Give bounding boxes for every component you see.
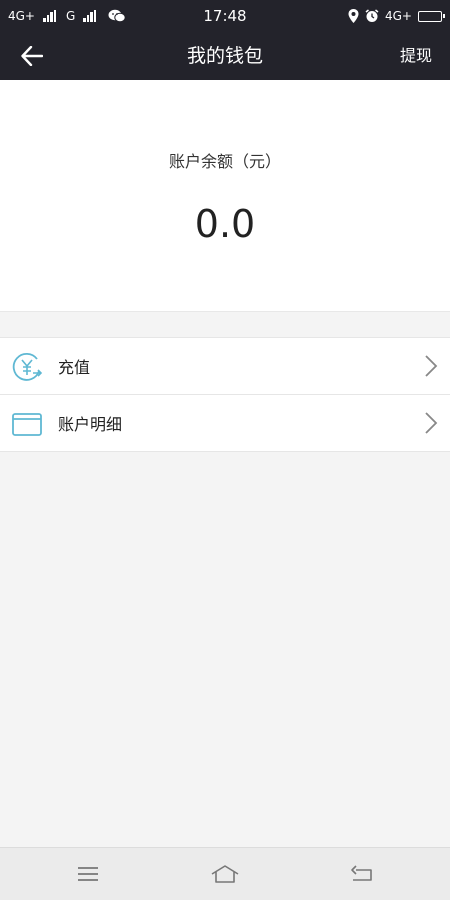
system-nav-bar	[0, 847, 450, 900]
chevron-right-icon	[425, 412, 438, 434]
location-icon	[348, 9, 359, 23]
battery-icon	[418, 10, 445, 22]
balance-card: 账户余额（元） 0.0	[0, 80, 450, 312]
menu-item-label: 充值	[58, 358, 91, 377]
chevron-right-icon	[425, 355, 438, 377]
page-title: 我的钱包	[186, 45, 263, 67]
menu-item-account-details[interactable]: 账户明细	[0, 395, 450, 452]
alarm-icon	[365, 9, 379, 22]
menu-button[interactable]	[68, 858, 108, 890]
network-label-right: 4G+	[385, 9, 412, 23]
menu-list: 充值 账户明细	[0, 337, 450, 452]
back-button[interactable]	[12, 38, 52, 74]
return-icon	[351, 865, 372, 881]
balance-label: 账户余额（元）	[168, 152, 281, 171]
card-icon	[12, 413, 42, 436]
balance-value: 0.0	[194, 202, 256, 246]
withdraw-button[interactable]: 提现	[400, 32, 432, 80]
app-header: 我的钱包 提现	[0, 32, 450, 80]
back-nav-button[interactable]	[342, 858, 382, 890]
home-icon	[211, 865, 239, 883]
menu-item-recharge[interactable]: 充值	[0, 338, 450, 395]
status-bar: 4G+ G 17:48 4G+	[0, 0, 450, 32]
status-right: 4G+	[348, 0, 445, 32]
home-button[interactable]	[205, 858, 245, 890]
back-arrow-icon	[21, 46, 43, 66]
yuan-recharge-icon	[12, 352, 43, 381]
menu-item-label: 账户明细	[58, 415, 123, 434]
menu-lines-icon	[78, 867, 98, 881]
